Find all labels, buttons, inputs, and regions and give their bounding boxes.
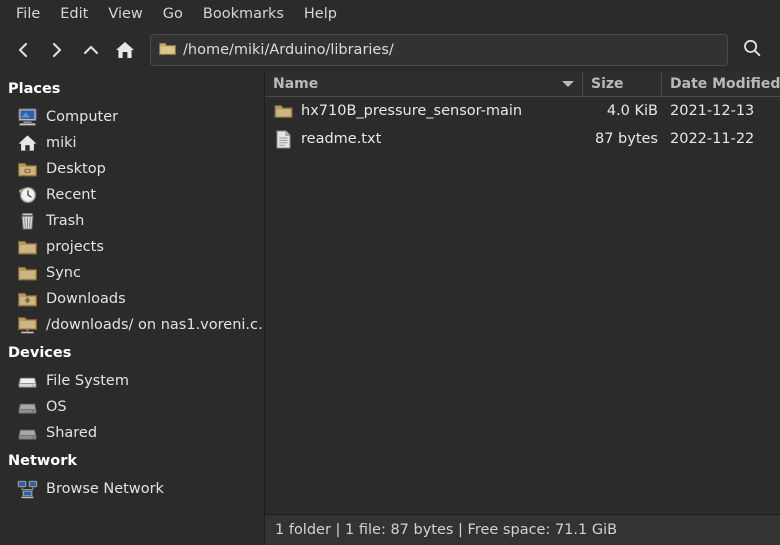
file-name-label: readme.txt [301,131,382,147]
sidebar-item-os[interactable]: OS [0,394,264,420]
forward-button[interactable] [40,33,74,67]
path-text: /home/miki/Arduino/libraries/ [183,42,394,58]
network-folder-icon [16,314,38,336]
network-icon [16,478,38,500]
sidebar-item-file-system[interactable]: File System [0,368,264,394]
sidebar-heading-places: Places [8,81,61,97]
back-button[interactable] [6,33,40,67]
downloads-folder-icon [16,288,38,310]
sidebar-item-recent[interactable]: Recent [0,182,264,208]
column-header-name[interactable]: Name [265,72,583,96]
trash-icon [16,210,38,232]
sidebar-item-miki[interactable]: miki [0,130,264,156]
sidebar-item-label: File System [46,373,129,389]
file-size-cell: 87 bytes [594,131,658,147]
menu-bar: File Edit View Go Bookmarks Help [0,0,780,28]
column-headers: Name Size Date Modified [265,72,780,97]
sidebar-item-label: Computer [46,109,119,125]
table-row[interactable]: readme.txt 87 bytes 2022-11-22 [265,125,780,153]
sidebar-item-computer[interactable]: Computer [0,104,264,130]
menu-item-file[interactable]: File [10,3,50,25]
file-name-cell[interactable]: hx710B_pressure_sensor-main [265,101,588,121]
sort-descending-icon [562,81,574,87]
sidebar-item-label: Browse Network [46,481,164,497]
sidebar-heading-network: Network [8,453,78,469]
file-name-cell[interactable]: readme.txt [265,129,588,149]
column-header-name-label: Name [273,76,319,92]
file-name-label: hx710B_pressure_sensor-main [301,103,523,119]
chevron-up-icon [81,40,101,60]
sidebar-item-desktop[interactable]: Desktop [0,156,264,182]
sidebar-item-trash[interactable]: Trash [0,208,264,234]
menu-item-go[interactable]: Go [153,3,193,25]
sidebar-item-label: Recent [46,187,97,203]
folder-icon [16,236,38,258]
main-body: Places Computer miki Desktop Recent Tras… [0,72,780,545]
drive-icon [16,396,38,418]
search-button[interactable] [732,32,772,68]
sidebar-item-label: Shared [46,425,98,441]
menu-item-help[interactable]: Help [294,3,347,25]
folder-icon [159,41,176,60]
sidebar-item-shared[interactable]: Shared [0,420,264,446]
sidebar-item-network-share[interactable]: /downloads/ on nas1.voreni.c… [0,312,264,338]
sidebar-item-label: Downloads [46,291,126,307]
column-header-size[interactable]: Size [583,72,662,96]
sidebar-item-label: OS [46,399,67,415]
up-button[interactable] [74,33,108,67]
sidebar-item-sync[interactable]: Sync [0,260,264,286]
file-manager-window: File Edit View Go Bookmarks Help /home/m… [0,0,780,545]
home-button[interactable] [108,33,142,67]
toolbar: /home/miki/Arduino/libraries/ [0,28,780,72]
folder-icon [273,101,293,121]
folder-icon [16,262,38,284]
column-header-date-modified[interactable]: Date Modified [662,72,780,96]
menu-item-view[interactable]: View [98,3,152,25]
sidebar-item-downloads[interactable]: Downloads [0,286,264,312]
sidebar-item-browse-network[interactable]: Browse Network [0,476,264,502]
path-bar[interactable]: /home/miki/Arduino/libraries/ [150,34,728,66]
sidebar-item-projects[interactable]: projects [0,234,264,260]
chevron-right-icon [47,40,67,60]
menu-item-edit[interactable]: Edit [50,3,98,25]
file-date-cell: 2021-12-13 [670,103,755,119]
menu-item-bookmarks[interactable]: Bookmarks [193,3,294,25]
file-size-cell: 4.0 KiB [606,103,658,119]
status-bar: 1 folder | 1 file: 87 bytes | Free space… [265,514,780,545]
drive-icon [16,370,38,392]
text-file-icon [273,129,293,149]
sidebar-item-label: Trash [46,213,85,229]
sidebar-item-label: Desktop [46,161,106,177]
file-list[interactable]: hx710B_pressure_sensor-main 4.0 KiB 2021… [265,97,780,514]
sidebar-heading-devices: Devices [8,345,72,361]
sidebar-item-label: projects [46,239,104,255]
sidebar-item-label: /downloads/ on nas1.voreni.c… [46,317,264,333]
sidebar-item-label: Sync [46,265,81,281]
clock-icon [16,184,38,206]
computer-icon [16,106,38,128]
sidebar-item-label: miki [46,135,77,151]
sidebar: Places Computer miki Desktop Recent Tras… [0,72,265,545]
file-date-cell: 2022-11-22 [670,131,755,147]
chevron-left-icon [13,40,33,60]
home-icon [114,39,136,61]
file-pane: Name Size Date Modified hx710B_pressure_… [265,72,780,545]
table-row[interactable]: hx710B_pressure_sensor-main 4.0 KiB 2021… [265,97,780,125]
desktop-folder-icon [16,158,38,180]
search-icon [741,37,763,63]
home-icon [16,132,38,154]
drive-icon [16,422,38,444]
